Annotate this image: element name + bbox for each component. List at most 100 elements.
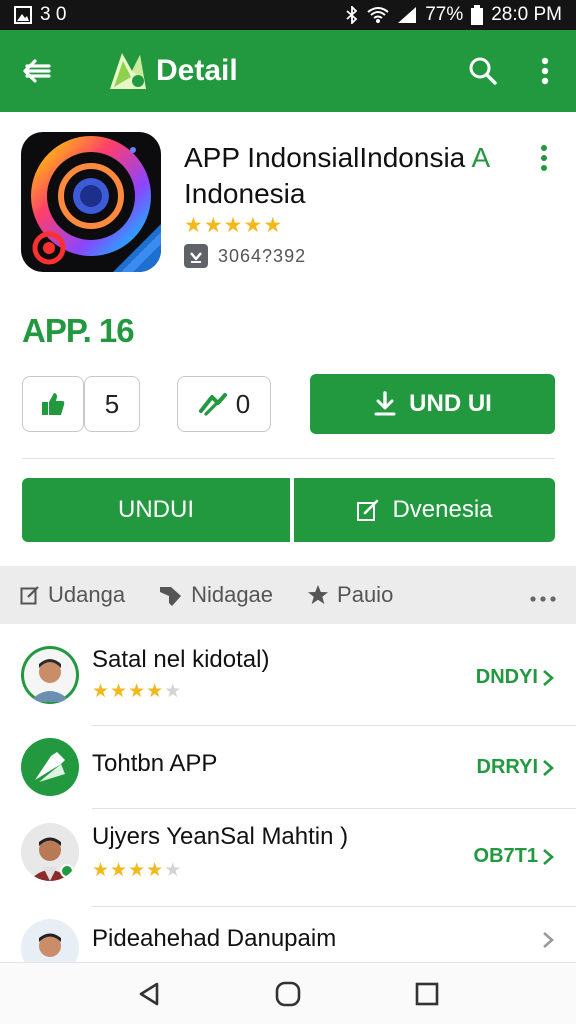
download-count: 3064?392 <box>218 245 307 266</box>
thumbs-up-icon <box>42 393 65 415</box>
like-button[interactable] <box>22 376 84 432</box>
app-name: APP IndonsialIndonsia A Indonesia <box>184 140 514 212</box>
app-logo-icon <box>106 49 150 93</box>
install-label: UND UI <box>409 390 492 417</box>
back-arrow-icon <box>23 59 51 83</box>
status-left: 3 0 <box>14 4 66 26</box>
list-item-rating: ★ ★ ★ ★ ★ <box>92 859 181 882</box>
chevron-right-icon <box>543 932 554 948</box>
star-icon: ★ <box>146 681 164 702</box>
battery-icon <box>471 5 484 25</box>
share-icon <box>198 393 227 416</box>
star-icon: ★ <box>128 860 146 881</box>
primary-download-button[interactable]: UNDUI <box>22 478 290 542</box>
list-item-title: Pideahehad Danupaim <box>92 925 337 952</box>
more-vert-icon <box>541 57 549 85</box>
app-icon <box>21 132 161 272</box>
tab-udanga[interactable]: Udanga <box>20 582 125 608</box>
tab-label: Nidagae <box>191 582 274 607</box>
app-name-line1: APP IndonsialIndonsia <box>184 142 466 173</box>
chevron-right-icon <box>543 759 554 776</box>
secondary-action-label: Dvenesia <box>392 496 493 523</box>
tab-pauio[interactable]: Pauio <box>307 582 393 608</box>
tab-nidagae[interactable]: Nidagae <box>159 582 273 608</box>
divider <box>22 458 555 459</box>
list-item-action[interactable] <box>542 931 554 949</box>
secondary-action-button[interactable]: Dvenesia <box>294 478 555 542</box>
star-icon: ★ <box>146 860 164 881</box>
nav-back-button[interactable] <box>129 974 169 1014</box>
share-count: 0 <box>235 388 251 419</box>
bluetooth-icon <box>345 6 359 24</box>
back-button[interactable] <box>0 30 74 112</box>
chevron-right-icon <box>543 848 554 865</box>
list-item-action[interactable]: OB7T1 <box>474 845 554 868</box>
tag-icon <box>160 587 182 606</box>
wifi-icon <box>367 6 389 24</box>
star-icon: ★ <box>92 860 110 881</box>
page-title: Detail <box>156 54 238 87</box>
battery-percent: 77% <box>425 4 464 25</box>
list-item[interactable]: Pideahehad Danupaim <box>0 907 576 962</box>
tab-label: Pauio <box>337 582 394 607</box>
list-item-action-label: OB7T1 <box>473 845 538 867</box>
star-icon: ★ <box>243 214 263 237</box>
app-price: APP. 16 <box>22 312 135 349</box>
status-bar: 3 0 77% 28:0 PM <box>0 0 576 30</box>
avatar <box>21 919 79 962</box>
search-button[interactable] <box>452 30 514 112</box>
star-icon: ★ <box>203 214 223 237</box>
download-icon <box>374 391 396 416</box>
list-item[interactable]: Ujyers YeanSal Mahtin ) ★ ★ ★ ★ ★ OB7T1 <box>0 809 576 905</box>
like-count: 5 <box>84 376 140 432</box>
back-triangle-icon <box>140 982 159 1005</box>
app-name-accent: A <box>471 142 491 173</box>
primary-download-label: UNDUI <box>118 496 194 523</box>
nav-recents-button[interactable] <box>407 974 447 1014</box>
list-item[interactable]: Tohtbn APP DRRYI <box>0 726 576 808</box>
clock: 28:0 PM <box>491 4 562 25</box>
tab-label: Udanga <box>48 582 126 607</box>
nav-home-button[interactable] <box>268 974 308 1014</box>
list-item-title: Tohtbn APP <box>92 750 218 777</box>
image-notification-icon <box>14 6 32 24</box>
list-item-title: Satal nel kidotal) <box>92 646 270 673</box>
list-item-title: Ujyers YeanSal Mahtin ) <box>92 823 349 850</box>
star-icon: ★ <box>110 681 128 702</box>
list-item-rating: ★ ★ ★ ★ ★ <box>92 680 181 703</box>
star-icon: ★ <box>263 214 283 237</box>
star-icon: ★ <box>164 860 182 881</box>
app-rating: ★ ★ ★ ★ ★ <box>184 213 282 238</box>
app-name-line2: Indonesia <box>184 178 306 209</box>
signal-icon <box>397 6 417 24</box>
install-button[interactable]: UND UI <box>310 374 555 434</box>
list-item-action[interactable]: DRRYI <box>477 756 554 779</box>
recents-square-icon <box>415 982 438 1005</box>
edit-square-icon <box>20 586 39 605</box>
app-bar: Detail <box>0 30 576 112</box>
star-icon: ★ <box>110 860 128 881</box>
star-icon: ★ <box>164 681 182 702</box>
star-icon <box>308 585 329 604</box>
app-bar-actions <box>452 30 576 112</box>
star-icon: ★ <box>92 681 110 702</box>
list-item[interactable]: Satal nel kidotal) ★ ★ ★ ★ ★ DNDYI <box>0 632 576 726</box>
app-options-button[interactable] <box>530 142 558 174</box>
tabs-overflow-button[interactable] <box>530 582 556 608</box>
chevron-right-icon <box>543 669 554 686</box>
more-vert-icon <box>541 145 547 171</box>
star-icon: ★ <box>128 681 146 702</box>
list-item-action-label: DRRYI <box>476 756 538 778</box>
share-button[interactable]: 0 <box>177 376 271 432</box>
system-nav-bar <box>0 962 576 1024</box>
list-item-action[interactable]: DNDYI <box>476 666 554 689</box>
download-count-row: 3064?392 <box>184 244 306 268</box>
tab-strip: Udanga Nidagae Pauio <box>0 566 576 624</box>
avatar <box>21 646 79 704</box>
avatar <box>21 823 79 881</box>
search-icon <box>469 57 497 85</box>
overflow-menu-button[interactable] <box>514 30 576 112</box>
status-left-text: 3 0 <box>40 4 67 25</box>
edit-icon <box>357 499 379 521</box>
avatar <box>21 738 79 796</box>
